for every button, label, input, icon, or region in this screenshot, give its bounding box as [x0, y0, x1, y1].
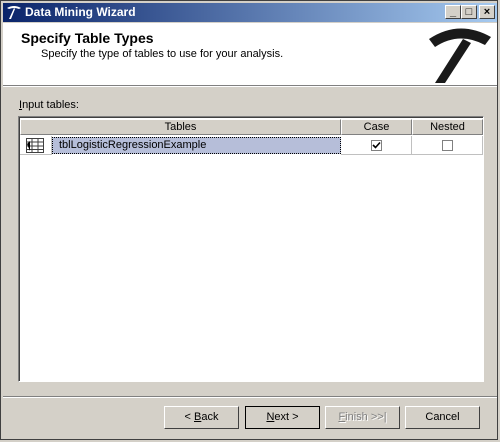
- title-bar[interactable]: Data Mining Wizard _ □ ×: [3, 3, 497, 22]
- grid-body: Tables Case Nested tblLogisticRegression…: [19, 117, 483, 381]
- input-tables-label-text: nput tables:: [22, 99, 79, 111]
- checkmark-icon: [372, 141, 381, 149]
- input-tables-label: Input tables:: [19, 99, 79, 111]
- page-subtitle: Specify the type of tables to use for yo…: [41, 48, 284, 60]
- case-checkbox[interactable]: [371, 140, 382, 151]
- wizard-header: Specify Table Types Specify the type of …: [3, 23, 497, 85]
- close-button[interactable]: ×: [479, 5, 495, 19]
- footer-divider: [3, 396, 497, 398]
- pickaxe-icon: [429, 28, 491, 83]
- column-header-case[interactable]: Case: [341, 119, 412, 135]
- window-title: Data Mining Wizard: [25, 5, 136, 19]
- table-icon: [26, 138, 44, 153]
- back-button[interactable]: < Back: [164, 406, 239, 429]
- column-header-tables[interactable]: Tables: [20, 119, 341, 135]
- back-rest: ack: [201, 411, 219, 423]
- finish-button[interactable]: Finish >>|: [325, 406, 400, 429]
- back-prefix: <: [184, 411, 194, 423]
- header-divider: [3, 85, 497, 87]
- cancel-button[interactable]: Cancel: [405, 406, 480, 429]
- next-button[interactable]: Next >: [245, 406, 320, 429]
- column-header-nested[interactable]: Nested: [412, 119, 483, 135]
- minimize-button[interactable]: _: [445, 5, 461, 19]
- table-name-cell[interactable]: tblLogisticRegressionExample: [52, 137, 341, 154]
- input-tables-grid[interactable]: Tables Case Nested tblLogisticRegression…: [18, 116, 484, 382]
- pickaxe-icon: [7, 6, 21, 19]
- finish-rest: inish >>|: [345, 411, 387, 423]
- page-title: Specify Table Types: [21, 30, 154, 46]
- next-rest: ext >: [274, 411, 299, 423]
- wizard-window: Data Mining Wizard _ □ × Specify Table T…: [0, 0, 498, 440]
- nested-checkbox[interactable]: [442, 140, 453, 151]
- maximize-button[interactable]: □: [461, 5, 477, 19]
